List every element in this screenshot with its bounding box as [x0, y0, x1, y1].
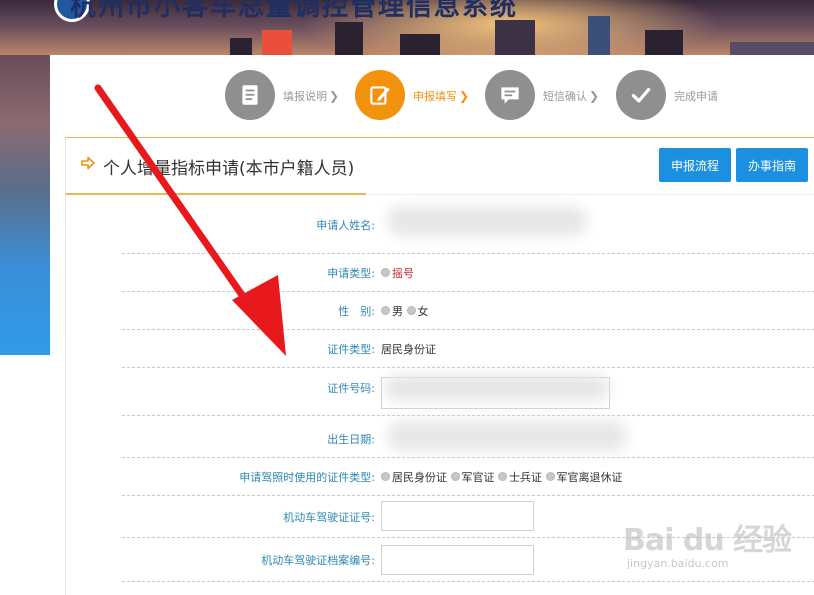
radio-button[interactable]: [450, 472, 460, 481]
step-label: 申报填写: [413, 90, 457, 103]
watermark-logo: Bai du 经验: [623, 523, 792, 558]
form-row-type: 申请类型: 摇号: [122, 253, 814, 292]
radio-button[interactable]: [381, 268, 390, 277]
radio-label: 女: [417, 305, 429, 318]
radio-button[interactable]: [381, 306, 390, 315]
field-label: 证件类型:: [327, 343, 375, 356]
field-label: 申请人姓名:: [316, 219, 375, 232]
gender-radio-group: 男 女: [381, 303, 429, 319]
radio-button[interactable]: [381, 472, 390, 481]
document-icon: [225, 70, 275, 120]
form-title-tab: 个人增量指标申请(本市户籍人员): [66, 138, 366, 195]
radio-label: 摇号: [392, 267, 414, 280]
radio-label: 军官证: [461, 471, 495, 484]
chevron-right-icon: ❯: [459, 89, 470, 103]
redacted-birth: [387, 421, 627, 451]
form-row-id-number: 证件号码:: [122, 367, 814, 416]
form-title: 个人增量指标申请(本市户籍人员): [103, 159, 355, 179]
edit-icon: [355, 70, 405, 120]
watermark: Bai du 经验 jingyan.baidu.com: [623, 515, 793, 585]
field-label: 出生日期:: [327, 433, 375, 446]
skyline-building: [495, 20, 535, 60]
radio-button[interactable]: [498, 472, 507, 481]
field-label: 证件号码:: [327, 382, 375, 395]
form-row-id-type: 证件类型: 居民身份证: [122, 329, 814, 368]
radio-label: 男: [392, 305, 403, 318]
form-row-gender: 性 别: 男 女: [122, 291, 814, 330]
progress-steps: 填报说明 ❯ 申报填写 ❯ 短信确认 ❯ 完成申请: [50, 55, 814, 135]
form-row-license-id-type: 申请驾照时使用的证件类型: 居民身份证 军官证 士兵证 军官离退休证: [122, 457, 814, 496]
license-id-type-radio-group: 居民身份证 军官证 士兵证 军官离退休证: [381, 469, 623, 485]
archive-number-input[interactable]: [381, 545, 534, 575]
message-icon: [485, 70, 535, 120]
chevron-right-icon: ❯: [589, 89, 600, 103]
form-row-name: 申请人姓名:: [122, 194, 814, 254]
radio-label: 军官离退休证: [556, 471, 623, 484]
header-banner: 杭州市小客车总量调控管理信息系统: [0, 0, 814, 60]
field-label: 申请驾照时使用的证件类型:: [239, 471, 375, 484]
license-number-input[interactable]: [381, 501, 534, 531]
watermark-url: jingyan.baidu.com: [627, 557, 729, 570]
guide-button[interactable]: 办事指南: [736, 148, 808, 182]
radio-label: 士兵证: [509, 471, 542, 484]
redacted-id-number: [384, 375, 609, 401]
step-label: 填报说明: [283, 90, 327, 103]
redacted-name: [387, 206, 587, 236]
apply-type-radio[interactable]: 摇号: [381, 265, 414, 281]
field-label: 申请类型:: [327, 267, 375, 280]
check-icon: [616, 70, 666, 120]
radio-button[interactable]: [545, 472, 555, 481]
field-label: 机动车驾驶证证号:: [283, 511, 375, 524]
arrow-right-icon: [81, 156, 95, 170]
step-label: 短信确认: [543, 90, 587, 103]
skyline-building: [588, 16, 610, 60]
field-label: 性 别:: [338, 305, 375, 318]
form-row-birth: 出生日期:: [122, 415, 814, 458]
site-title: 杭州市小客车总量调控管理信息系统: [70, 0, 519, 22]
step-label: 完成申请: [674, 90, 718, 103]
main-card: 填报说明 ❯ 申报填写 ❯ 短信确认 ❯ 完成申请 个人增量指标申请(本市户籍人…: [50, 55, 814, 595]
side-photo: [0, 55, 50, 355]
form-header: 个人增量指标申请(本市户籍人员) 申报流程 办事指南: [66, 138, 814, 195]
chevron-right-icon: ❯: [329, 89, 340, 103]
radio-label: 居民身份证: [392, 471, 447, 484]
field-label: 机动车驾驶证档案编号:: [261, 554, 375, 567]
radio-button[interactable]: [406, 306, 416, 315]
process-button[interactable]: 申报流程: [659, 148, 731, 182]
id-type-value: 居民身份证: [381, 343, 436, 356]
